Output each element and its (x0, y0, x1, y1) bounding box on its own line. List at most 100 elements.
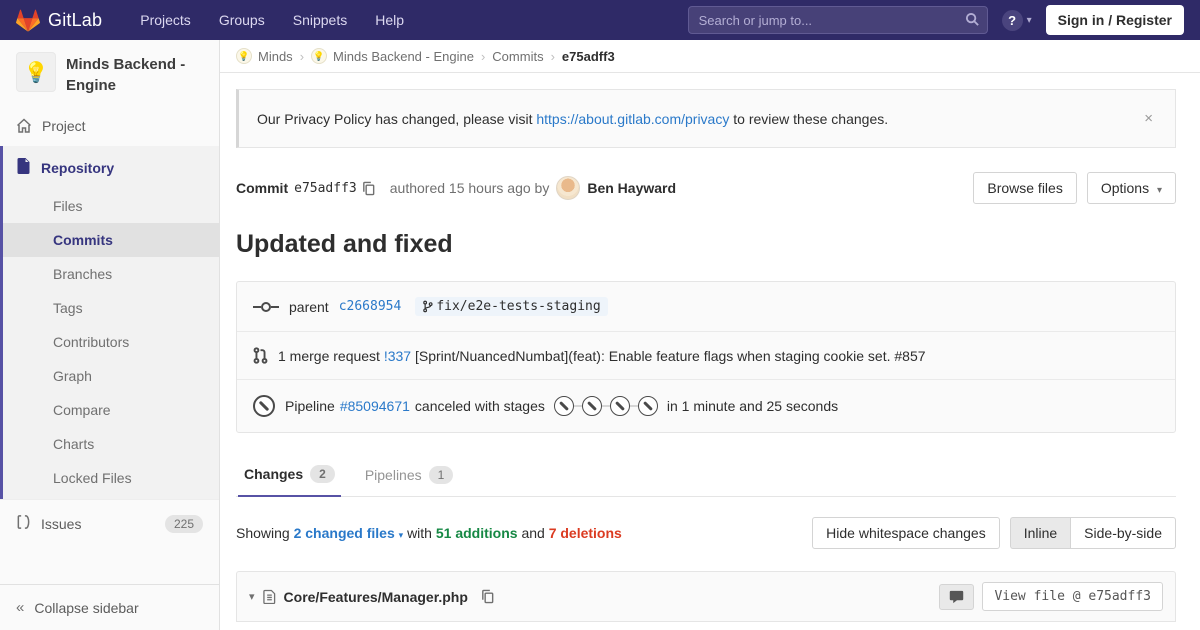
pipeline-duration: in 1 minute and 25 seconds (666, 398, 839, 414)
sidebar-item-issues[interactable]: Issues 225 (0, 499, 219, 547)
diff-view-toggle: Inline Side-by-side (1009, 517, 1176, 549)
menu-item-help[interactable]: Help (363, 2, 416, 38)
view-file-button[interactable]: View file @ e75adff3 (982, 582, 1163, 611)
stage-canceled-icon[interactable] (581, 396, 602, 416)
project-sidebar: 💡 Minds Backend - Engine Project Reposit… (0, 40, 220, 630)
sidebar-item-locked-files[interactable]: Locked Files (3, 461, 219, 495)
privacy-banner: Our Privacy Policy has changed, please v… (236, 89, 1176, 148)
repository-icon (16, 158, 31, 177)
hide-whitespace-button[interactable]: Hide whitespace changes (812, 517, 1000, 549)
author-name[interactable]: Ben Hayward (587, 180, 676, 196)
caret-down-icon: ▾ (398, 530, 404, 540)
sidebar-item-contributors[interactable]: Contributors (3, 325, 219, 359)
sidebar-nav: Project Repository Files Commits Branche… (0, 106, 219, 584)
top-navbar: GitLab Projects Groups Snippets Help ? ▾… (0, 0, 1200, 40)
project-header[interactable]: 💡 Minds Backend - Engine (0, 40, 219, 106)
breadcrumb-separator: › (299, 48, 305, 64)
author-avatar[interactable] (556, 176, 581, 200)
tab-pipelines[interactable]: Pipelines 1 (359, 455, 460, 496)
changed-files-dropdown[interactable]: 2 changed files ▾ (294, 525, 407, 541)
parent-label: parent (289, 298, 329, 315)
banner-text: to review these changes. (729, 110, 889, 127)
toggle-comments-button[interactable] (939, 583, 975, 610)
authored-text: authored 15 hours ago by (389, 180, 550, 196)
tab-changes[interactable]: Changes 2 (238, 455, 341, 497)
copy-icon (362, 181, 375, 195)
sidebar-item-project[interactable]: Project (0, 106, 219, 146)
file-path[interactable]: Core/Features/Manager.php (284, 589, 468, 605)
commit-sha: e75adff3 (294, 180, 357, 196)
branch-icon (423, 300, 433, 313)
merge-request-row: 1 merge request !337 [Sprint/NuancedNumb… (237, 332, 1175, 380)
breadcrumb-item-minds[interactable]: 💡 Minds (236, 48, 293, 64)
search-input[interactable] (687, 6, 988, 34)
copy-icon (482, 589, 494, 604)
deletions-count: 7 deletions (548, 525, 622, 541)
parent-commit-row: parent c2668954 fix/e2e-tests-staging (237, 282, 1175, 332)
breadcrumb-separator: › (550, 48, 555, 64)
collapse-sidebar-button[interactable]: « Collapse sidebar (0, 584, 219, 630)
gitlab-brand[interactable]: GitLab (16, 9, 102, 32)
sidebar-item-charts[interactable]: Charts (3, 427, 219, 461)
sidebar-item-branches[interactable]: Branches (3, 257, 219, 291)
showing-label: Showing (236, 525, 290, 541)
changes-count-badge: 2 (310, 465, 335, 483)
breadcrumb-item-commits[interactable]: Commits (492, 49, 543, 64)
menu-item-snippets[interactable]: Snippets (281, 2, 359, 38)
file-icon (262, 589, 276, 604)
inline-view-button[interactable]: Inline (1009, 517, 1071, 549)
copy-file-path-button[interactable] (476, 589, 499, 604)
commit-details-box: parent c2668954 fix/e2e-tests-staging 1 … (236, 281, 1176, 433)
sidebar-item-files[interactable]: Files (3, 189, 219, 223)
project-avatar: 💡 (311, 48, 328, 64)
sign-in-button[interactable]: Sign in / Register (1045, 5, 1184, 35)
branch-ref-badge[interactable]: fix/e2e-tests-staging (415, 297, 608, 316)
commit-icon (253, 300, 279, 314)
privacy-policy-link[interactable]: https://about.gitlab.com/privacy (536, 111, 729, 127)
side-by-side-view-button[interactable]: Side-by-side (1070, 517, 1176, 549)
help-icon: ? (1001, 9, 1023, 31)
browse-files-button[interactable]: Browse files (973, 172, 1077, 204)
sidebar-item-commits[interactable]: Commits (3, 223, 219, 257)
home-icon (16, 118, 32, 134)
menu-item-projects[interactable]: Projects (128, 2, 203, 38)
sidebar-item-label: Repository (41, 159, 115, 176)
pipeline-canceled-icon (253, 395, 275, 417)
caret-down-icon: ▾ (1156, 185, 1162, 196)
close-icon[interactable]: × (1140, 110, 1157, 127)
issues-count-badge: 225 (164, 514, 203, 533)
pipeline-link[interactable]: #85094671 (340, 398, 410, 414)
merge-request-text: 1 merge request (278, 347, 380, 364)
menu-item-groups[interactable]: Groups (207, 2, 277, 38)
sidebar-item-compare[interactable]: Compare (3, 393, 219, 427)
pipelines-count-badge: 1 (428, 465, 454, 484)
help-menu[interactable]: ? ▾ (1001, 9, 1032, 31)
gitlab-logo-icon (16, 9, 40, 32)
copy-commit-sha-button[interactable] (357, 181, 380, 196)
repository-sub-nav: Files Commits Branches Tags Contributors… (3, 189, 219, 499)
project-name: Minds Backend - Engine (66, 56, 186, 94)
and-label: and (521, 525, 545, 541)
diff-file-header: ▾ Core/Features/Manager.php View file @ … (236, 571, 1176, 622)
breadcrumb-separator: › (480, 48, 486, 64)
stage-canceled-icon[interactable] (553, 396, 574, 416)
stage-canceled-icon[interactable] (637, 396, 658, 416)
breadcrumb-item-sha: e75adff3 (561, 48, 615, 64)
sidebar-item-label: Project (42, 118, 86, 134)
merge-request-title: [Sprint/NuancedNumbat](feat): Enable fea… (414, 347, 926, 364)
stage-canceled-icon[interactable] (609, 396, 630, 416)
merge-request-icon (253, 347, 268, 364)
sidebar-item-label: Issues (41, 515, 82, 532)
with-label: with (407, 525, 432, 541)
comment-icon (950, 590, 964, 603)
breadcrumb: 💡 Minds › 💡 Minds Backend - Engine › Com… (220, 40, 1200, 73)
sidebar-item-repository[interactable]: Repository (3, 146, 219, 189)
breadcrumb-item-project[interactable]: 💡 Minds Backend - Engine (311, 48, 474, 64)
sidebar-item-graph[interactable]: Graph (3, 359, 219, 393)
sidebar-section-repository: Repository Files Commits Branches Tags C… (0, 146, 219, 499)
parent-sha-link[interactable]: c2668954 (339, 299, 402, 314)
collapse-file-icon[interactable]: ▾ (249, 590, 255, 603)
sidebar-item-tags[interactable]: Tags (3, 291, 219, 325)
options-dropdown-button[interactable]: Options ▾ (1086, 172, 1176, 204)
merge-request-link[interactable]: !337 (384, 348, 411, 364)
